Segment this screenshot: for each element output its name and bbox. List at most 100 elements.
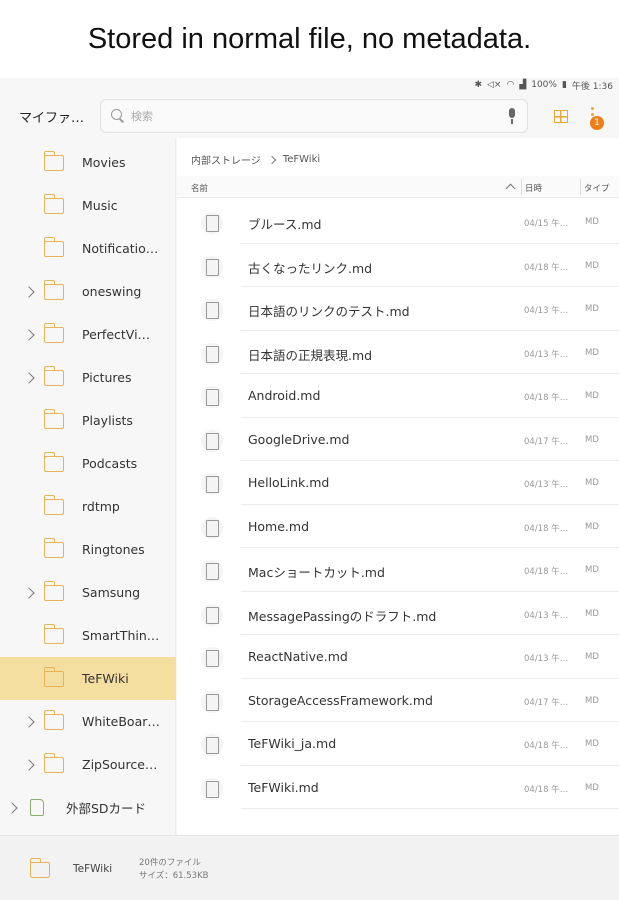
- mic-icon[interactable]: [507, 108, 517, 124]
- file-icon: [201, 777, 223, 800]
- sidebar-item[interactable]: Music: [0, 184, 176, 227]
- file-type: MD: [585, 608, 599, 619]
- file-row[interactable]: Android.md 04/18 午… MD: [177, 374, 619, 418]
- file-type: MD: [585, 217, 599, 227]
- sidebar-item-label: Music: [82, 198, 118, 213]
- file-icon: [201, 603, 223, 626]
- sd-card-icon: [30, 799, 44, 816]
- file-type: MD: [585, 260, 599, 271]
- file-date: 04/15 午…: [524, 219, 569, 229]
- file-row[interactable]: GoogleDrive.md 04/17 午… MD: [177, 418, 619, 461]
- sidebar-item[interactable]: PerfectVi…: [0, 313, 176, 356]
- file-row[interactable]: StorageAccessFramework.md 04/17 午… MD: [177, 679, 619, 722]
- folder-icon: [43, 666, 64, 687]
- mute-icon: ◁×: [486, 80, 502, 90]
- row-divider: [241, 808, 619, 809]
- folder-icon: [43, 709, 64, 730]
- file-row[interactable]: 日本語のリンクのテスト.md 04/13 午… MD: [177, 287, 619, 331]
- sidebar-item[interactable]: ZipSource…: [0, 743, 176, 786]
- file-date: 04/17 午…: [524, 436, 569, 447]
- sidebar-item-label: rdtmp: [82, 499, 120, 514]
- sidebar-item[interactable]: Pictures: [0, 356, 176, 399]
- sidebar-item[interactable]: TeFWiki: [0, 657, 176, 700]
- signal-icon: ▟: [519, 80, 527, 90]
- sidebar-item[interactable]: Movies: [0, 141, 176, 184]
- file-icon: [201, 560, 223, 582]
- file-row[interactable]: HelloLink.md 04/13 午… MD: [177, 461, 619, 505]
- footer-size: サイズ：61.53KB: [139, 871, 209, 881]
- grid-view-icon[interactable]: [554, 110, 568, 123]
- search-field[interactable]: 検索: [100, 99, 528, 133]
- file-type: MD: [585, 565, 599, 575]
- sidebar-item[interactable]: Podcasts: [0, 442, 176, 485]
- column-type[interactable]: タイプ: [584, 182, 610, 194]
- file-row[interactable]: TeFWiki_ja.md 04/18 午… MD: [177, 722, 619, 766]
- file-type: MD: [585, 304, 599, 314]
- file-name: HelloLink.md: [248, 475, 330, 490]
- breadcrumb-current[interactable]: TeFWiki: [283, 154, 320, 165]
- toolbar-title[interactable]: マイファ…: [0, 107, 98, 126]
- file-row[interactable]: MessagePassingのドラフト.md 04/13 午… MD: [177, 592, 619, 635]
- file-name: Android.md: [248, 388, 321, 403]
- sidebar-item[interactable]: SmartThin…: [0, 614, 176, 657]
- notification-badge: 1: [590, 116, 604, 130]
- sidebar-item[interactable]: rdtmp: [0, 485, 176, 528]
- chevron-right-icon[interactable]: [6, 801, 18, 814]
- folder-icon: [43, 365, 64, 386]
- sort-up-icon[interactable]: [505, 183, 516, 194]
- column-name[interactable]: 名前: [191, 182, 208, 194]
- file-row[interactable]: ReactNative.md 04/13 午… MD: [177, 635, 619, 679]
- file-type: MD: [585, 478, 599, 488]
- sidebar-item-label: TeFWiki: [82, 671, 129, 686]
- footer-info: 20件のファイル サイズ：61.53KB: [139, 857, 209, 883]
- file-name: ブルース.md: [248, 217, 322, 232]
- chevron-right-icon[interactable]: [23, 328, 35, 341]
- file-icon: [201, 516, 223, 539]
- battery-percent: 100%: [531, 80, 557, 90]
- sidebar-item-sd-card[interactable]: 外部SDカード: [0, 786, 176, 829]
- file-name: TeFWiki_ja.md: [248, 736, 337, 751]
- file-row[interactable]: 古くなったリンク.md 04/18 午… MD: [177, 244, 619, 287]
- sidebar-item[interactable]: Samsung: [0, 571, 176, 614]
- file-name: Macショートカット.md: [248, 565, 385, 580]
- folder-icon: [43, 451, 64, 472]
- clock: 午後 1:36: [571, 81, 613, 92]
- file-row[interactable]: TeFWiki.md 04/18 午… MD: [177, 766, 619, 809]
- sidebar-item[interactable]: Playlists: [0, 399, 176, 442]
- chevron-right-icon[interactable]: [23, 285, 35, 298]
- sidebar-item-label: Podcasts: [82, 456, 138, 471]
- file-row[interactable]: Home.md 04/18 午… MD: [177, 505, 619, 548]
- search-placeholder[interactable]: 検索: [131, 108, 507, 124]
- chevron-right-icon[interactable]: [23, 371, 35, 384]
- file-date: 04/18 午…: [524, 567, 569, 577]
- file-icon: [201, 734, 223, 756]
- sidebar-item-label: Ringtones: [82, 542, 145, 557]
- sidebar-item[interactable]: Notificatio…: [0, 227, 176, 270]
- column-divider: [580, 179, 581, 195]
- file-list-panel: 内部ストレージ TeFWiki 名前 日時 タイプ ブルース.md 04/15 午…: [177, 138, 619, 835]
- sidebar-item-label: 外部SDカード: [66, 801, 147, 816]
- sidebar-item-label: ZipSource…: [82, 757, 158, 772]
- column-header: 名前 日時 タイプ: [177, 176, 619, 198]
- sidebar-item[interactable]: oneswing: [0, 270, 176, 313]
- file-type: MD: [585, 782, 599, 793]
- file-row[interactable]: 日本語の正規表現.md 04/13 午… MD: [177, 331, 619, 374]
- chevron-right-icon[interactable]: [23, 586, 35, 599]
- chevron-right-icon[interactable]: [23, 715, 35, 728]
- sidebar: Movies Music Notificatio… oneswing PerfectVi…: [0, 138, 176, 835]
- sidebar-item-label: SmartThin…: [82, 628, 160, 643]
- breadcrumb-root[interactable]: 内部ストレージ: [191, 152, 261, 167]
- column-date[interactable]: 日時: [525, 182, 542, 194]
- file-icon: [201, 299, 223, 321]
- file-date: 04/13 午…: [524, 306, 569, 316]
- folder-icon: [43, 193, 64, 214]
- sidebar-item[interactable]: WhiteBoar…: [0, 700, 176, 743]
- folder-icon: [43, 150, 64, 171]
- file-row[interactable]: Macショートカット.md 04/18 午… MD: [177, 548, 619, 592]
- file-icon: [201, 429, 223, 452]
- sidebar-item[interactable]: Ringtones: [0, 528, 176, 571]
- file-row[interactable]: ブルース.md 04/15 午… MD: [177, 200, 619, 244]
- sidebar-item-label: Samsung: [82, 585, 141, 600]
- chevron-right-icon[interactable]: [23, 758, 35, 771]
- folder-icon: [43, 236, 64, 257]
